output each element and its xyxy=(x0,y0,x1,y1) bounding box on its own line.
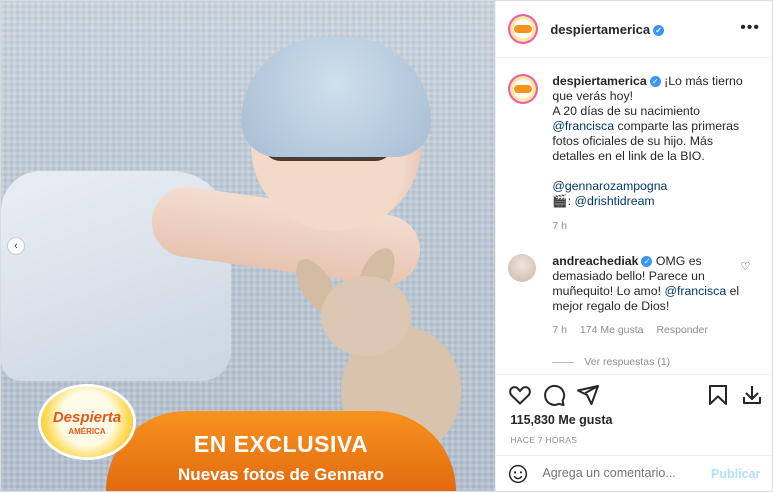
verified-icon: ✓ xyxy=(641,256,653,268)
bunny-head xyxy=(321,276,411,356)
like-comment-heart-icon[interactable]: ♡ xyxy=(740,260,750,275)
download-icon[interactable] xyxy=(740,383,764,407)
replies-divider xyxy=(552,361,575,363)
action-icons xyxy=(496,375,772,415)
emoji-icon[interactable] xyxy=(508,464,528,484)
banner-title: EN EXCLUSIVA xyxy=(193,431,369,457)
more-options-icon[interactable]: ••• xyxy=(740,19,760,37)
banner-subtitle: Nuevas fotos de Gennaro xyxy=(178,465,384,484)
add-comment-bar: Publicar xyxy=(496,455,773,492)
action-bar: 115,830 Me gusta HACE 7 HORAS xyxy=(496,374,773,445)
comment-meta: 7 h 174 Me gusta Responder xyxy=(552,323,748,338)
caption-text-2: A 20 días de su nacimiento xyxy=(552,104,701,118)
comment-icon[interactable] xyxy=(542,383,566,407)
comment-username[interactable]: andreachediak xyxy=(552,254,638,268)
logo-subtext: AMÉRICA xyxy=(68,427,106,436)
comments-panel: despiertamerica ✓ ¡Lo más tierno que verá… xyxy=(496,58,772,374)
like-count[interactable]: 115,830 Me gusta xyxy=(510,413,612,427)
comment-item: andreachediak ✓ OMG es demasiado bello! P… xyxy=(496,254,772,338)
exclusive-banner: EN EXCLUSIVA Nuevas fotos de Gennaro xyxy=(106,411,456,491)
post-sidebar: despiertamerica ✓ ••• despiertamerica ✓ ¡L… xyxy=(495,1,773,492)
verified-icon: ✓ xyxy=(653,24,665,36)
post-header: despiertamerica ✓ ••• xyxy=(496,1,772,58)
post-age[interactable]: HACE 7 HORAS xyxy=(510,435,577,445)
header-username[interactable]: despiertamerica ✓ xyxy=(550,22,665,37)
view-replies-button[interactable]: Ver respuestas (1) xyxy=(552,356,670,368)
comment-likes[interactable]: 174 Me gusta xyxy=(580,324,644,336)
reply-button[interactable]: Responder xyxy=(656,324,707,336)
caption-time[interactable]: 7 h xyxy=(552,219,748,234)
comment-time[interactable]: 7 h xyxy=(552,324,567,336)
share-icon[interactable] xyxy=(576,383,600,407)
caption-username[interactable]: despiertamerica xyxy=(552,74,646,88)
previous-image-button[interactable]: ‹ xyxy=(7,237,25,255)
mention-link[interactable]: @gennarozampogna xyxy=(552,179,667,193)
mention-link[interactable]: @francisca xyxy=(664,284,726,298)
despierta-america-logo: Despierta AMÉRICA xyxy=(41,387,133,457)
publish-button[interactable]: Publicar xyxy=(711,467,760,481)
save-bookmark-icon[interactable] xyxy=(706,383,730,407)
post-image[interactable]: ‹ EN EXCLUSIVA Nuevas fotos de Gennaro D… xyxy=(1,1,496,491)
view-replies-label: Ver respuestas (1) xyxy=(584,356,671,368)
mention-link[interactable]: @francisca xyxy=(552,119,614,133)
account-avatar[interactable] xyxy=(508,14,539,44)
heart-icon[interactable] xyxy=(508,383,532,407)
instagram-post: ‹ EN EXCLUSIVA Nuevas fotos de Gennaro D… xyxy=(0,0,773,492)
clapper-icon: 🎬: xyxy=(552,194,575,208)
mention-link[interactable]: @drishtidream xyxy=(575,194,655,208)
logo-text: Despierta xyxy=(52,409,122,426)
verified-icon: ✓ xyxy=(649,76,661,88)
commenter-avatar[interactable] xyxy=(508,254,537,282)
caption-avatar[interactable] xyxy=(508,74,539,104)
comment-input[interactable] xyxy=(542,466,703,480)
caption: despiertamerica ✓ ¡Lo más tierno que verá… xyxy=(496,74,772,234)
